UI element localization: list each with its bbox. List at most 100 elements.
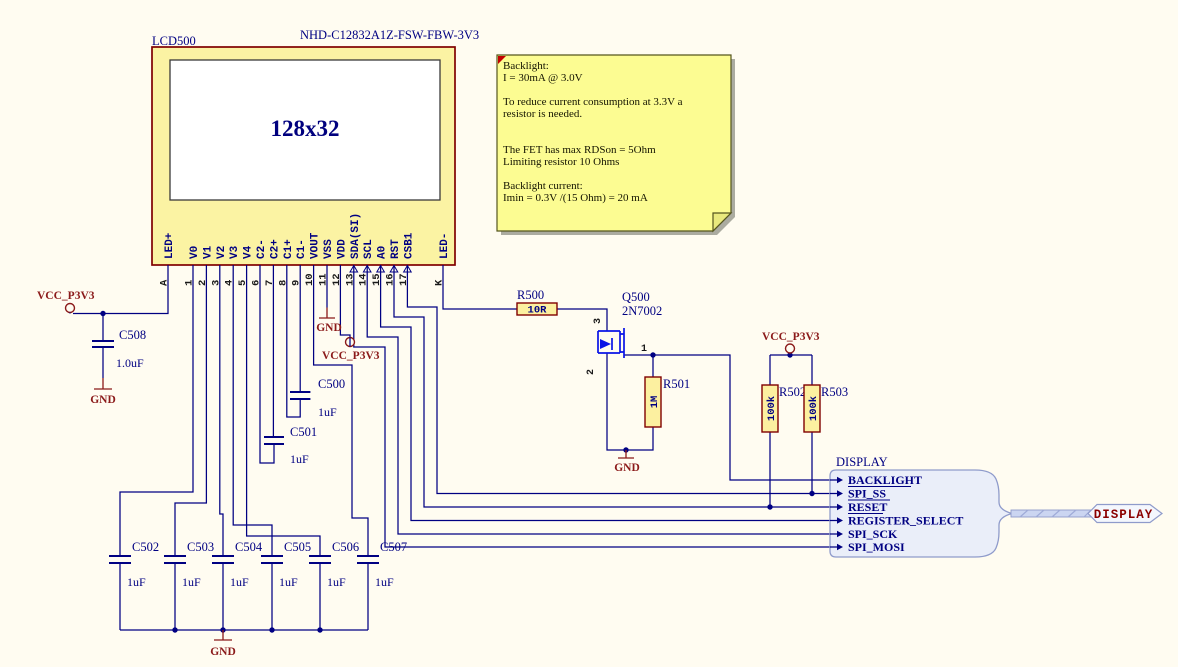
lcd-pin-name-13: SDA(SI) [350,213,362,259]
lcd-screen-label: 128x32 [271,116,340,141]
display-net-tag[interactable]: DISPLAY [1088,505,1162,523]
capacitor-plates[interactable] [92,341,379,563]
lcd-pin-name-1: V0 [189,246,201,259]
vcc-label-pullup: VCC_P3V3 [762,331,820,343]
lcd-pin-name-A: LED+ [164,232,176,259]
lcd-pin-name-8: C1+ [283,239,295,259]
r503-ref: R503 [821,385,848,399]
vcc-port-left-icon[interactable] [66,304,75,313]
gnd-label-vss: GND [316,322,342,334]
lcd-pin-name-3: V2 [216,246,228,259]
resistor-r500[interactable]: 10R R500 [517,288,557,317]
lcd-pin-name-4: V3 [229,245,241,259]
lcd-pin-number-11: 11 [318,273,330,286]
lcd-pin-number-7: 7 [264,280,276,286]
lcd-pin-name-16: RST [390,239,402,259]
wire-v3-c505[interactable] [233,265,272,556]
wire-csb1-spiss[interactable] [407,265,830,494]
harness-entry-spi_ss[interactable]: SPI_SS [848,487,886,501]
q500-pin1: 1 [641,344,647,355]
lcd-pin-name-K: LED- [439,233,451,259]
display-net-label: DISPLAY [1094,508,1154,522]
lcd-pin-name-10: VOUT [310,232,322,259]
lcd-pin-name-14: SCL [363,239,375,259]
c505-value: 1uF [279,575,298,589]
c507-value: 1uF [375,575,394,589]
lcd-pin-number-4: 4 [224,280,236,286]
schematic-canvas: 128x32 LCD500 NHD-C12832A1Z-FSW-FBW-3V3 … [0,0,1178,667]
c504-ref: C504 [235,540,263,554]
cap-c508[interactable]: C508 1.0uF [116,328,146,370]
c505-ref: C505 [284,540,311,554]
q500-part: 2N7002 [622,304,662,318]
lcd-pin-number-3: 3 [210,280,222,286]
lcd-pin-number-16: 16 [385,273,397,286]
lcd-pin-name-7: C2+ [269,239,281,259]
harness-entry-backlight[interactable]: BACKLIGHT [848,473,922,487]
lcd-pin-number-13: 13 [344,273,356,286]
cap-c501[interactable]: C501 1uF [290,425,317,466]
vcc-port-pullup-icon[interactable] [786,344,795,353]
lcd-pin-number-5: 5 [237,280,249,286]
c500-value: 1uF [318,405,337,419]
vcc-label-left: VCC_P3V3 [37,290,95,302]
r503-value: 100k [808,396,820,421]
gnd-label-c508: GND [90,394,116,406]
lcd-pin-name-11: VSS [323,239,335,259]
resistor-r503[interactable]: 100k R503 [804,385,848,432]
display-harness[interactable]: DISPLAY BACKLIGHTSPI_SSRESETREGISTER_SEL… [830,455,1162,557]
bottom-caps[interactable]: C502 1uF C503 1uF C504 1uF C505 1uF C506… [127,540,407,589]
r502-value: 100k [766,396,778,421]
q500-ref: Q500 [622,290,650,304]
harness-entry-reset[interactable]: RESET [848,500,887,514]
c500-ref: C500 [318,377,345,391]
cap-c500[interactable]: C500 1uF [318,377,345,419]
junction-dots [100,311,814,633]
resistor-r502[interactable]: 100k R502 [762,385,806,432]
c502-value: 1uF [127,575,146,589]
lcd-pin-number-9: 9 [291,280,303,286]
lcd-pin-number-2: 2 [197,280,209,286]
harness-entry-spi_sck[interactable]: SPI_SCK [848,527,898,541]
r500-ref: R500 [517,288,544,302]
c506-ref: C506 [332,540,359,554]
c506-value: 1uF [327,575,346,589]
harness-entry-spi_mosi[interactable]: SPI_MOSI [848,540,905,554]
c503-ref: C503 [187,540,214,554]
c503-value: 1uF [182,575,201,589]
wire-c2minus-c501[interactable] [260,265,274,463]
mosfet-q500[interactable]: Q500 2N7002 3 2 1 [586,290,662,375]
mosfet-arrow-icon [600,339,611,349]
lcd-pin-number-14: 14 [358,273,370,286]
wire-v1-c503[interactable] [175,265,206,556]
wire-v2-c504[interactable] [220,265,223,556]
lcd-pin-number-8: 8 [277,280,289,286]
c507-ref: C507 [380,540,407,554]
harness-cable[interactable] [1011,510,1092,517]
c508-ref: C508 [119,328,146,342]
r501-ref: R501 [663,377,690,391]
vcc-label-vdd: VCC_P3V3 [322,350,380,362]
wire-v4-c506[interactable] [247,265,320,556]
power-ports[interactable]: VCC_P3V3 VCC_P3V3 VCC_P3V3 GND GND GND G… [37,290,820,658]
q500-pin2: 2 [586,369,597,375]
gnd-label-caps: GND [210,646,236,658]
lcd-pin-number-10: 10 [304,273,316,286]
wire-c1plus-c500[interactable] [287,265,300,417]
note-text[interactable]: Backlight: I = 30mA @ 3.0V To reduce cur… [503,60,728,220]
c504-value: 1uF [230,575,249,589]
harness-entry-register_select[interactable]: REGISTER_SELECT [848,514,963,528]
resistor-r501[interactable]: 1M R501 [645,377,690,427]
r502-ref: R502 [779,385,806,399]
wire-gate-backlight[interactable] [607,353,830,480]
wire-cap-rail[interactable] [120,563,368,630]
lcd-pin-number-17: 17 [398,273,410,286]
lcd-pin-number-K: K [434,279,446,286]
wire-v0-c502[interactable] [120,265,193,556]
lcd-pin-name-12: VDD [336,239,348,259]
c501-ref: C501 [290,425,317,439]
lcd-component[interactable]: 128x32 LCD500 NHD-C12832A1Z-FSW-FBW-3V3 … [152,28,479,286]
r501-value: 1M [649,396,661,409]
c501-value: 1uF [290,452,309,466]
lcd-pin-number-15: 15 [371,273,383,286]
